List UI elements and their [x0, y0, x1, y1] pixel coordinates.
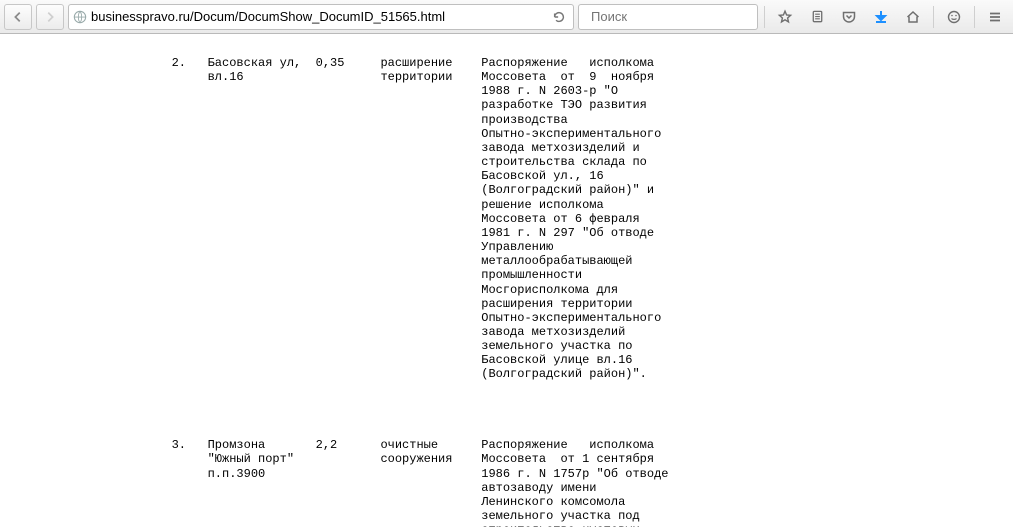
globe-icon — [73, 10, 87, 24]
pocket-button[interactable] — [835, 4, 863, 30]
smiley-icon — [946, 9, 962, 25]
url-input[interactable] — [91, 9, 545, 24]
separator — [764, 6, 765, 28]
arrow-left-icon — [11, 10, 25, 24]
chat-button[interactable] — [940, 4, 968, 30]
separator — [974, 6, 975, 28]
browser-toolbar — [0, 0, 1013, 34]
back-button[interactable] — [4, 4, 32, 30]
hamburger-icon — [987, 9, 1003, 25]
search-input[interactable] — [591, 9, 767, 24]
download-icon — [873, 9, 889, 25]
reload-button[interactable] — [549, 4, 569, 30]
search-bar[interactable] — [578, 4, 758, 30]
separator — [933, 6, 934, 28]
menu-button[interactable] — [981, 4, 1009, 30]
clipboard-icon — [810, 9, 825, 24]
reload-icon — [552, 10, 566, 24]
pocket-icon — [841, 9, 857, 25]
forward-button — [36, 4, 64, 30]
arrow-right-icon — [43, 10, 57, 24]
bookmark-button[interactable] — [771, 4, 799, 30]
reader-button[interactable] — [803, 4, 831, 30]
home-button[interactable] — [899, 4, 927, 30]
document-text: 2. Басовская ул, 0,35 расширение Распоря… — [150, 56, 933, 527]
star-icon — [777, 9, 793, 25]
downloads-button[interactable] — [867, 4, 895, 30]
home-icon — [905, 9, 921, 25]
url-bar[interactable] — [68, 4, 574, 30]
page-content[interactable]: 2. Басовская ул, 0,35 расширение Распоря… — [0, 34, 1013, 527]
